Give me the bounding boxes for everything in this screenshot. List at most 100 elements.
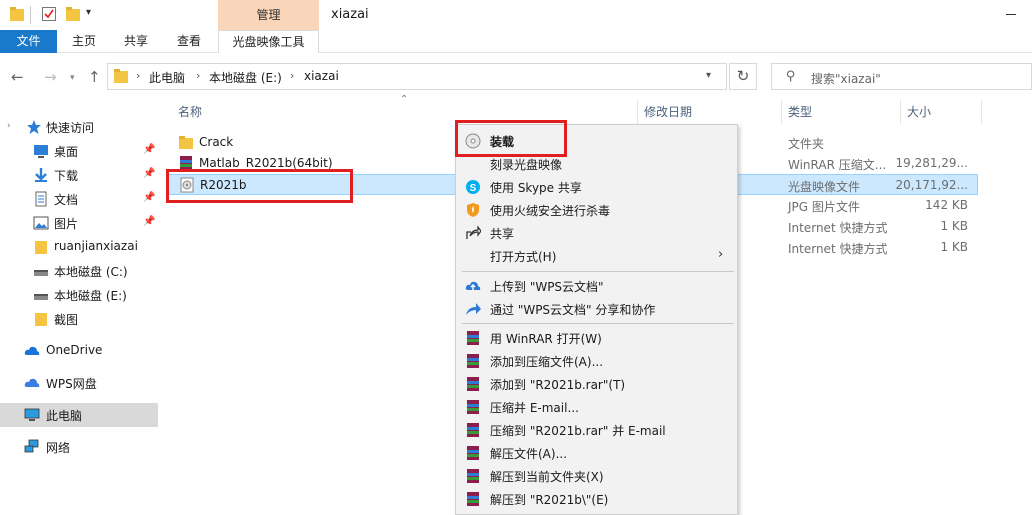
pin-icon[interactable]: 📌	[143, 216, 155, 227]
sidebar-item-screenshots[interactable]: 截图	[0, 307, 158, 331]
tab-home[interactable]: 主页	[63, 30, 105, 53]
menu-item-extract-here[interactable]: 解压到当前文件夹(X)	[456, 464, 739, 487]
ribbon-tabs: 文件 主页 共享 查看 光盘映像工具	[0, 30, 1032, 53]
breadcrumb-this-pc[interactable]: 此电脑	[149, 69, 185, 86]
pin-icon[interactable]: 📌	[143, 168, 155, 179]
new-folder-icon[interactable]	[66, 6, 80, 22]
column-divider[interactable]	[781, 100, 782, 124]
breadcrumb-separator-icon[interactable]: ›	[196, 69, 200, 82]
sidebar-item-label: OneDrive	[46, 343, 103, 357]
sidebar-item-network[interactable]: 网络	[0, 435, 158, 459]
folder-icon	[114, 69, 128, 83]
menu-item-share[interactable]: 共享	[456, 221, 739, 244]
menu-item-label: 上传到 "WPS云文档"	[490, 280, 604, 294]
folder-icon[interactable]	[10, 6, 24, 22]
sidebar-item-wps-drive[interactable]: WPS网盘	[0, 371, 158, 395]
breadcrumb-separator-icon[interactable]: ›	[136, 69, 140, 82]
file-size: 1 KB	[940, 240, 968, 254]
column-header-name[interactable]: 名称	[178, 100, 202, 124]
address-dropdown-icon[interactable]: ▾	[706, 70, 711, 81]
winrar-icon	[467, 331, 479, 345]
menu-item-label: 解压到当前文件夹(X)	[490, 470, 604, 484]
file-type: 光盘映像文件	[788, 180, 861, 194]
menu-item-add-to-rar[interactable]: 添加到 "R2021b.rar"(T)	[456, 372, 739, 395]
sidebar-item-documents[interactable]: 文档 📌	[0, 187, 158, 211]
file-size: 19,281,29...	[895, 156, 968, 170]
minimize-icon[interactable]	[1006, 14, 1016, 15]
menu-item-extract-files[interactable]: 解压文件(A)...	[456, 441, 739, 464]
menu-item-huorong-scan[interactable]: 使用火绒安全进行杀毒	[456, 198, 739, 221]
tab-disc-image-tools[interactable]: 光盘映像工具	[218, 30, 319, 53]
sidebar-item-desktop[interactable]: 桌面 📌	[0, 139, 158, 163]
menu-item-label: 用 WinRAR 打开(W)	[490, 332, 602, 346]
sidebar-item-label: 网络	[46, 441, 71, 455]
pin-icon[interactable]: 📌	[143, 192, 155, 203]
sidebar-item-onedrive[interactable]: OneDrive	[0, 339, 158, 363]
menu-item-add-to-archive[interactable]: 添加到压缩文件(A)...	[456, 349, 739, 372]
sidebar-item-drive-e[interactable]: 本地磁盘 (E:)	[0, 283, 158, 307]
customize-toolbar-dropdown-icon[interactable]: ▾	[86, 7, 91, 18]
sidebar-item-drive-c[interactable]: 本地磁盘 (C:)	[0, 259, 158, 283]
file-type: Internet 快捷方式	[788, 242, 888, 256]
expand-chevron-icon[interactable]: ›	[7, 121, 11, 131]
recent-locations-chevron-icon[interactable]: ▾	[70, 73, 75, 83]
column-header-size[interactable]: 大小	[907, 100, 931, 124]
column-divider[interactable]	[637, 100, 638, 124]
column-header-type[interactable]: 类型	[788, 100, 812, 124]
refresh-button[interactable]: ↻	[729, 63, 757, 90]
pin-icon[interactable]: 📌	[143, 144, 155, 155]
sidebar-item-quick-access[interactable]: › 快速访问	[0, 115, 158, 139]
folder-icon	[35, 241, 47, 254]
sidebar-item-ruanjianxiazai[interactable]: ruanjianxiazai	[0, 235, 158, 259]
menu-item-open-with[interactable]: 打开方式(H) ›	[456, 244, 739, 267]
menu-item-compress-email[interactable]: 压缩并 E-mail...	[456, 395, 739, 418]
sidebar-item-downloads[interactable]: 下载 📌	[0, 163, 158, 187]
document-icon	[35, 191, 47, 207]
sidebar-item-pictures[interactable]: 图片 📌	[0, 211, 158, 235]
forward-arrow-icon[interactable]: →	[44, 68, 57, 86]
sidebar-item-this-pc[interactable]: 此电脑	[0, 403, 158, 427]
menu-item-extract-to-folder[interactable]: 解压到 "R2021b\"(E)	[456, 487, 739, 510]
winrar-icon	[467, 423, 479, 437]
skype-icon: S	[466, 180, 480, 194]
svg-text:S: S	[470, 183, 477, 194]
context-menu: 装载 刻录光盘映像 S 使用 Skype 共享 使用火绒安全进行杀毒 共享 打开…	[455, 124, 738, 515]
download-icon	[35, 168, 47, 182]
address-bar[interactable]: › 此电脑 › 本地磁盘 (E:) › xiazai ▾	[107, 63, 727, 90]
column-divider[interactable]	[900, 100, 901, 124]
drive-icon	[34, 294, 48, 300]
breadcrumb-drive-e[interactable]: 本地磁盘 (E:)	[209, 69, 282, 86]
tab-view[interactable]: 查看	[168, 30, 210, 53]
menu-item-label: 通过 "WPS云文档" 分享和协作	[490, 303, 656, 317]
breadcrumb-separator-icon[interactable]: ›	[290, 69, 294, 82]
menu-item-share-wps[interactable]: 通过 "WPS云文档" 分享和协作	[456, 297, 739, 320]
column-header-modified[interactable]: 修改日期	[644, 100, 692, 124]
menu-separator	[462, 271, 734, 272]
menu-item-label: 解压文件(A)...	[490, 447, 568, 461]
folder-icon	[179, 136, 193, 149]
back-arrow-icon[interactable]: ←	[11, 68, 24, 86]
properties-check-icon[interactable]	[42, 6, 56, 22]
menu-item-compress-rar-email[interactable]: 压缩到 "R2021b.rar" 并 E-mail	[456, 418, 739, 441]
winrar-icon	[467, 492, 479, 506]
search-input[interactable]: ⚲ 搜索"xiazai"	[771, 63, 1032, 90]
picture-icon	[33, 216, 49, 230]
menu-item-upload-wps[interactable]: 上传到 "WPS云文档"	[456, 274, 739, 297]
menu-separator	[462, 323, 734, 324]
share-cloud-icon	[466, 303, 481, 315]
sidebar-item-label: 快速访问	[46, 121, 95, 135]
folder-icon	[35, 313, 47, 326]
breadcrumb-xiazai[interactable]: xiazai	[304, 69, 339, 83]
tab-file[interactable]: 文件	[0, 30, 57, 53]
column-divider[interactable]	[981, 100, 982, 124]
winrar-icon	[467, 354, 479, 368]
star-icon	[27, 120, 41, 134]
sidebar-item-label: ruanjianxiazai	[54, 239, 138, 253]
menu-item-winrar-open[interactable]: 用 WinRAR 打开(W)	[456, 326, 739, 349]
tab-share[interactable]: 共享	[115, 30, 157, 53]
menu-item-skype-share[interactable]: S 使用 Skype 共享	[456, 175, 739, 198]
sidebar-item-label: 本地磁盘 (C:)	[54, 265, 128, 279]
manage-context-tab[interactable]: 管理	[218, 0, 319, 30]
up-arrow-icon[interactable]: ↑	[88, 68, 101, 86]
file-type: JPG 图片文件	[788, 200, 860, 214]
